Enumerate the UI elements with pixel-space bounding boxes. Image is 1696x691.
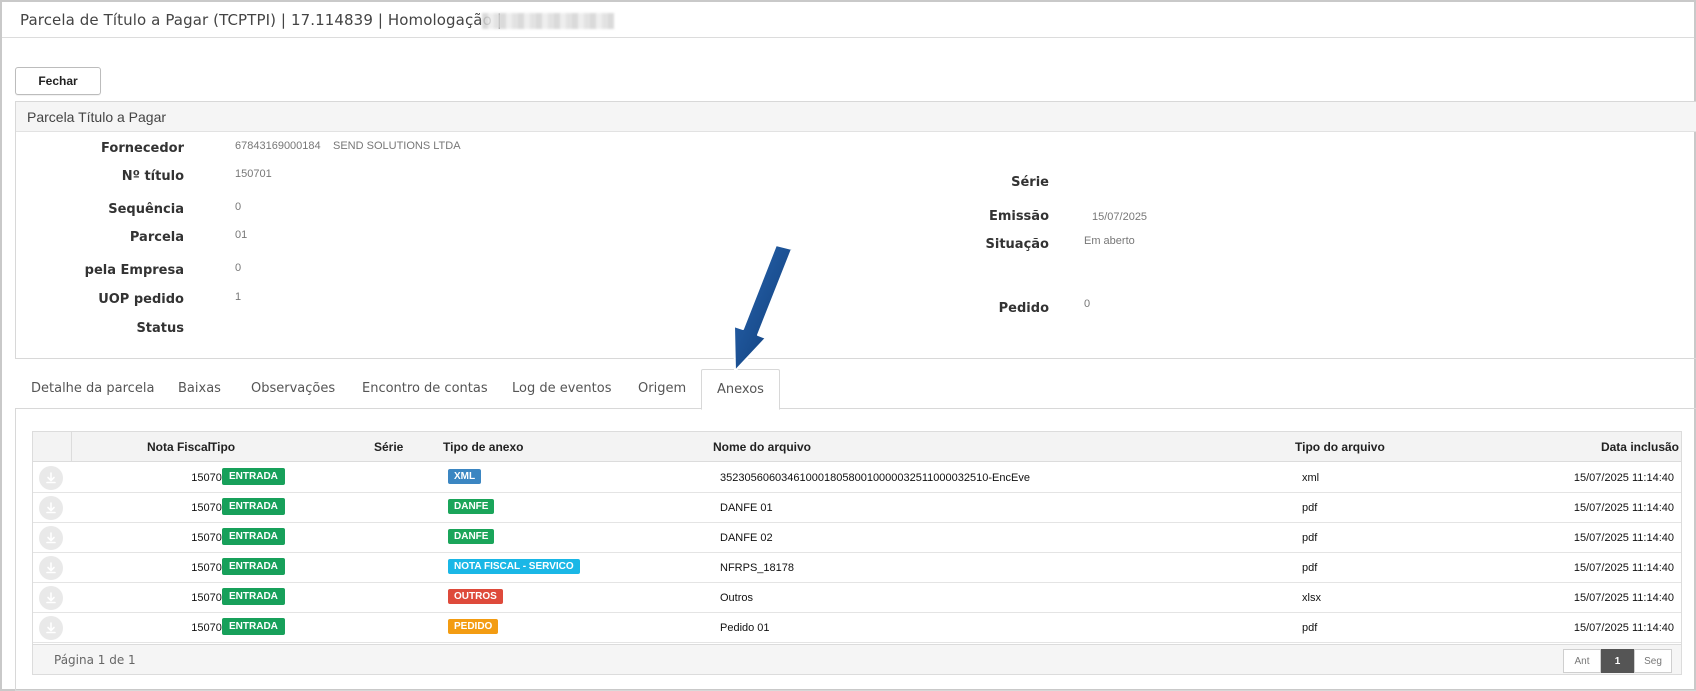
download-arrow-glyph <box>46 622 56 634</box>
uop-value: 1 <box>235 291 242 303</box>
table-row[interactable]: 150701 ENTRADA DANFE DANFE 01 pdf 15/07/2025 … <box>33 493 1681 523</box>
situacao-label: Situação <box>985 237 1049 252</box>
tipo-anexo-badge: DANFE <box>448 499 495 514</box>
tipo-arquivo-cell: pdf <box>1302 622 1318 634</box>
download-icon[interactable] <box>39 466 63 490</box>
prev-page-button[interactable]: Ant <box>1563 649 1601 673</box>
table-row[interactable]: 150701 ENTRADA XML 352305606034610001805800… <box>33 463 1681 493</box>
tipo-anexo-badge: PEDIDO <box>448 619 499 634</box>
tab-origem[interactable]: Origem <box>638 381 686 396</box>
tipo-badge: ENTRADA <box>222 468 285 485</box>
table-row[interactable]: 150701 ENTRADA DANFE DANFE 02 pdf 15/07/2025 … <box>33 523 1681 553</box>
current-page-button[interactable]: 1 <box>1601 649 1634 673</box>
redacted-text <box>482 13 614 29</box>
nome-arquivo-cell: DANFE 01 <box>720 502 773 514</box>
tab-encontro-contas[interactable]: Encontro de contas <box>362 381 488 396</box>
nome-arquivo-cell: Pedido 01 <box>720 622 770 634</box>
nome-arquivo-cell: Outros <box>720 592 754 604</box>
tipo-arquivo-cell: pdf <box>1302 502 1318 514</box>
status-label: Status <box>136 321 184 336</box>
data-inclusao-cell: 15/07/2025 11:14:40 <box>1573 502 1674 514</box>
nome-arquivo-cell: 3523056060346100018058001000003251100003… <box>720 472 1030 484</box>
fornecedor-label: Fornecedor <box>101 141 184 156</box>
tipo-arquivo-cell: xlsx <box>1302 592 1321 604</box>
col-serie[interactable]: Série <box>374 440 403 454</box>
sequencia-value: 0 <box>235 201 242 213</box>
table-row[interactable]: 150701 ENTRADA OUTROS Outros xlsx 15/07/2025 … <box>33 583 1681 613</box>
col-tipo-anexo[interactable]: Tipo de anexo <box>443 440 523 454</box>
download-icon[interactable] <box>39 616 63 640</box>
nome-arquivo-cell: DANFE 02 <box>720 532 773 544</box>
download-icon[interactable] <box>39 556 63 580</box>
panel-title: Parcela Título a Pagar <box>16 102 1696 132</box>
empresa-value: 0 <box>235 262 242 274</box>
tab-anexos[interactable]: Anexos <box>701 369 780 410</box>
column-separator <box>71 432 72 462</box>
tipo-badge: ENTRADA <box>222 588 285 605</box>
uop-label: UOP pedido <box>98 292 184 307</box>
download-icon[interactable] <box>39 526 63 550</box>
tipo-arquivo-cell: pdf <box>1302 532 1318 544</box>
col-nota-fiscal[interactable]: Nota Fiscal <box>147 440 211 454</box>
tab-log-eventos[interactable]: Log de eventos <box>512 381 612 396</box>
emissao-value: 15/07/2025 <box>1092 211 1148 223</box>
page-info: Página 1 de 1 <box>54 653 136 667</box>
table-row[interactable]: 150701 ENTRADA NOTA FISCAL - SERVICO NFRPS_… <box>33 553 1681 583</box>
download-arrow-glyph <box>46 592 56 604</box>
col-tipo[interactable]: Tipo <box>210 440 235 454</box>
tab-baixas[interactable]: Baixas <box>178 381 221 396</box>
nome-arquivo-cell: NFRPS_18178 <box>720 562 794 574</box>
col-tipo-arquivo[interactable]: Tipo do arquivo <box>1295 440 1385 454</box>
data-inclusao-cell: 15/07/2025 11:14:40 <box>1573 592 1674 604</box>
tipo-badge: ENTRADA <box>222 558 285 575</box>
download-arrow-glyph <box>46 562 56 574</box>
titulo-value: 150701 <box>235 168 272 180</box>
tab-bar: Detalhe da parcela Baixas Observações En… <box>15 369 1696 410</box>
tipo-badge: ENTRADA <box>222 618 285 635</box>
tipo-arquivo-cell: xml <box>1302 472 1320 484</box>
situacao-value: Em aberto <box>1084 235 1135 247</box>
titulo-label: Nº título <box>121 169 184 184</box>
tipo-anexo-badge: XML <box>448 469 482 484</box>
download-arrow-glyph <box>46 472 56 484</box>
tipo-anexo-badge: DANFE <box>448 529 495 544</box>
serie-label: Série <box>1011 175 1049 190</box>
pedido-value: 0 <box>1084 298 1091 310</box>
tipo-anexo-badge: OUTROS <box>448 589 503 604</box>
data-inclusao-cell: 15/07/2025 11:14:40 <box>1573 562 1674 574</box>
anexos-grid: Nota Fiscal Tipo Série Tipo de anexo Nom… <box>32 431 1682 675</box>
grid-header: Nota Fiscal Tipo Série Tipo de anexo Nom… <box>33 432 1681 462</box>
tipo-badge: ENTRADA <box>222 528 285 545</box>
tipo-badge: ENTRADA <box>222 498 285 515</box>
emissao-label: Emissão <box>988 209 1049 224</box>
fornecedor-name: SEND SOLUTIONS LTDA <box>333 140 461 152</box>
grid-pager: Página 1 de 1 Ant 1 Seg <box>33 644 1681 674</box>
parcela-label: Parcela <box>129 230 184 245</box>
tab-detalhe[interactable]: Detalhe da parcela <box>31 381 154 396</box>
window-title: Parcela de Título a Pagar (TCPTPI) | 17.… <box>20 11 502 29</box>
col-data-inclusao[interactable]: Data inclusão <box>1601 440 1679 454</box>
next-page-button[interactable]: Seg <box>1634 649 1672 673</box>
download-arrow-glyph <box>46 502 56 514</box>
data-inclusao-cell: 15/07/2025 11:14:40 <box>1573 532 1674 544</box>
empresa-label: pela Empresa <box>84 263 184 278</box>
pedido-label: Pedido <box>998 301 1049 316</box>
download-arrow-glyph <box>46 532 56 544</box>
close-button[interactable]: Fechar <box>15 67 101 95</box>
download-icon[interactable] <box>39 586 63 610</box>
fornecedor-code: 67843169000184 <box>235 140 321 152</box>
tipo-anexo-badge: NOTA FISCAL - SERVICO <box>448 559 580 574</box>
tipo-arquivo-cell: pdf <box>1302 562 1318 574</box>
title-bar: Parcela de Título a Pagar (TCPTPI) | 17.… <box>2 2 1694 38</box>
table-row[interactable]: 150701 ENTRADA PEDIDO Pedido 01 pdf 15/07/202… <box>33 613 1681 643</box>
data-inclusao-cell: 15/07/2025 11:14:40 <box>1573 622 1674 634</box>
sequencia-label: Sequência <box>108 202 184 217</box>
col-nome-arquivo[interactable]: Nome do arquivo <box>713 440 811 454</box>
download-icon[interactable] <box>39 496 63 520</box>
tab-observacoes[interactable]: Observações <box>251 381 335 396</box>
data-inclusao-cell: 15/07/2025 11:14:40 <box>1573 472 1674 484</box>
parcela-value: 01 <box>235 229 248 241</box>
